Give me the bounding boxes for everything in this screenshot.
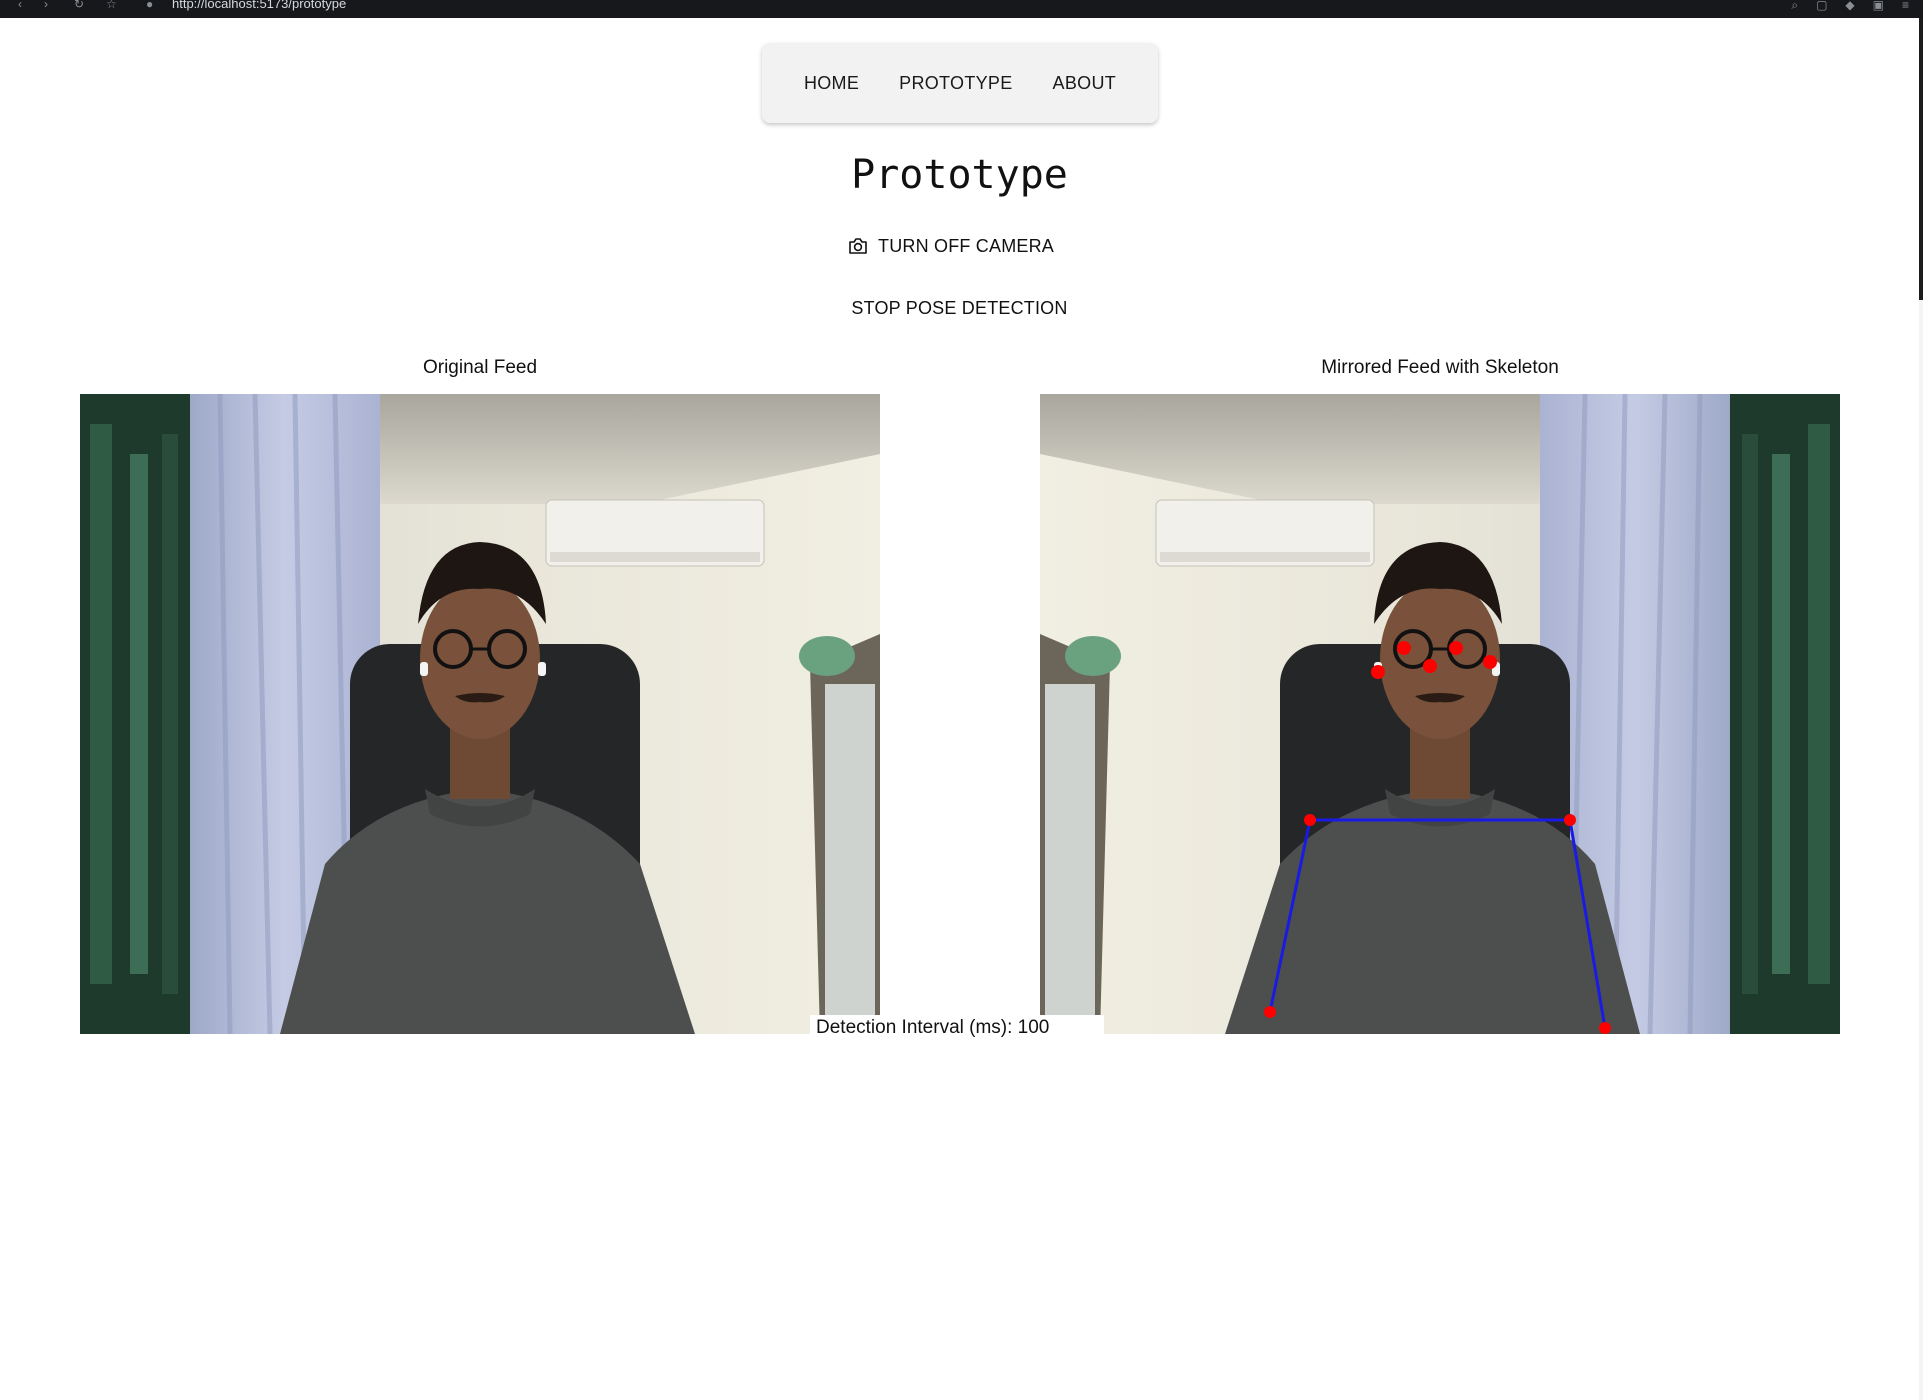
original-feed-label: Original Feed xyxy=(422,357,538,378)
camera-toggle-label: TURN OFF CAMERA xyxy=(878,235,1054,256)
mirrored-feed-label: Mirrored Feed with Skeleton xyxy=(1321,357,1559,378)
page-title: Prototype xyxy=(851,152,1068,198)
nav-about[interactable]: ABOUT xyxy=(1033,73,1137,94)
detection-interval-label: Detection Interval (ms): 100 xyxy=(816,1017,1050,1038)
scrollbar-thumb[interactable] xyxy=(1919,18,1923,300)
nav-prototype[interactable]: PROTOTYPE xyxy=(879,73,1032,94)
forward-icon[interactable]: › xyxy=(44,0,48,10)
browser-extensions: ⌕ ▢ ◆ ▣ ≡ xyxy=(1791,0,1909,13)
original-video-feed xyxy=(80,394,880,1034)
pose-detection-toggle-button[interactable]: STOP POSE DETECTION xyxy=(851,298,1067,318)
camera-icon xyxy=(848,237,868,255)
site-info-icon[interactable]: ● xyxy=(146,0,153,10)
main-navbar: HOME PROTOTYPE ABOUT xyxy=(762,43,1158,123)
zoom-icon[interactable]: ⌕ xyxy=(1791,0,1798,13)
camera-toggle-button[interactable]: TURN OFF CAMERA xyxy=(848,232,1054,260)
nav-home[interactable]: HOME xyxy=(784,73,879,94)
mirrored-video-feed-with-skeleton xyxy=(1040,394,1840,1034)
extension-icon[interactable]: ◆ xyxy=(1845,0,1854,13)
address-bar[interactable]: http://localhost:5173/prototype xyxy=(172,0,346,11)
menu-icon[interactable]: ≡ xyxy=(1902,0,1909,13)
reload-icon[interactable]: ↻ xyxy=(74,0,84,10)
tabs-icon[interactable]: ▣ xyxy=(1873,0,1884,13)
share-icon[interactable]: ▢ xyxy=(1816,0,1827,13)
pose-toggle-container: STOP POSE DETECTION xyxy=(0,298,1919,319)
back-icon[interactable]: ‹ xyxy=(18,0,22,10)
bookmark-icon[interactable]: ☆ xyxy=(106,0,117,10)
browser-toolbar: ‹ › ↻ ☆ ● http://localhost:5173/prototyp… xyxy=(0,0,1923,18)
